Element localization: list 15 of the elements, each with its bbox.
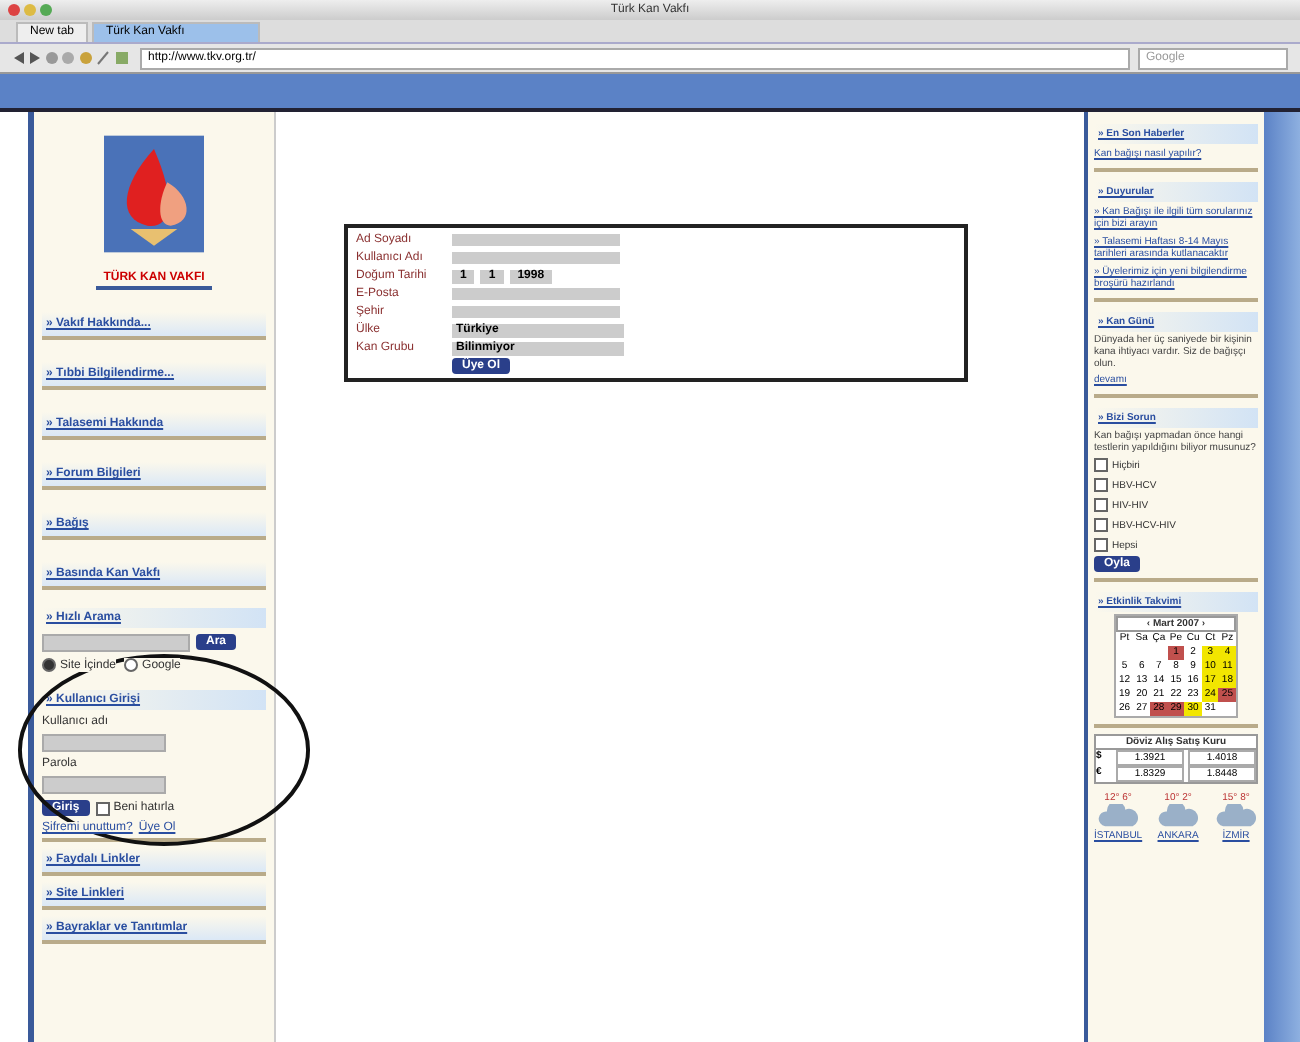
text-field[interactable] <box>452 288 620 300</box>
zoom-icon[interactable] <box>40 4 52 16</box>
scrollbar[interactable] <box>1264 112 1300 1042</box>
password-field[interactable] <box>42 776 166 794</box>
text-field[interactable] <box>452 252 620 264</box>
cloud-icon <box>1214 804 1258 830</box>
minimize-icon[interactable] <box>24 4 36 16</box>
search-input[interactable] <box>42 634 190 652</box>
username-field[interactable] <box>42 734 166 752</box>
cloud-icon <box>1156 804 1201 830</box>
text-field[interactable] <box>452 234 620 246</box>
navigation-buttons-drawing[interactable] <box>12 50 132 66</box>
close-icon[interactable] <box>8 4 20 16</box>
cloud-icon <box>1096 804 1141 830</box>
text-field[interactable] <box>452 306 620 318</box>
